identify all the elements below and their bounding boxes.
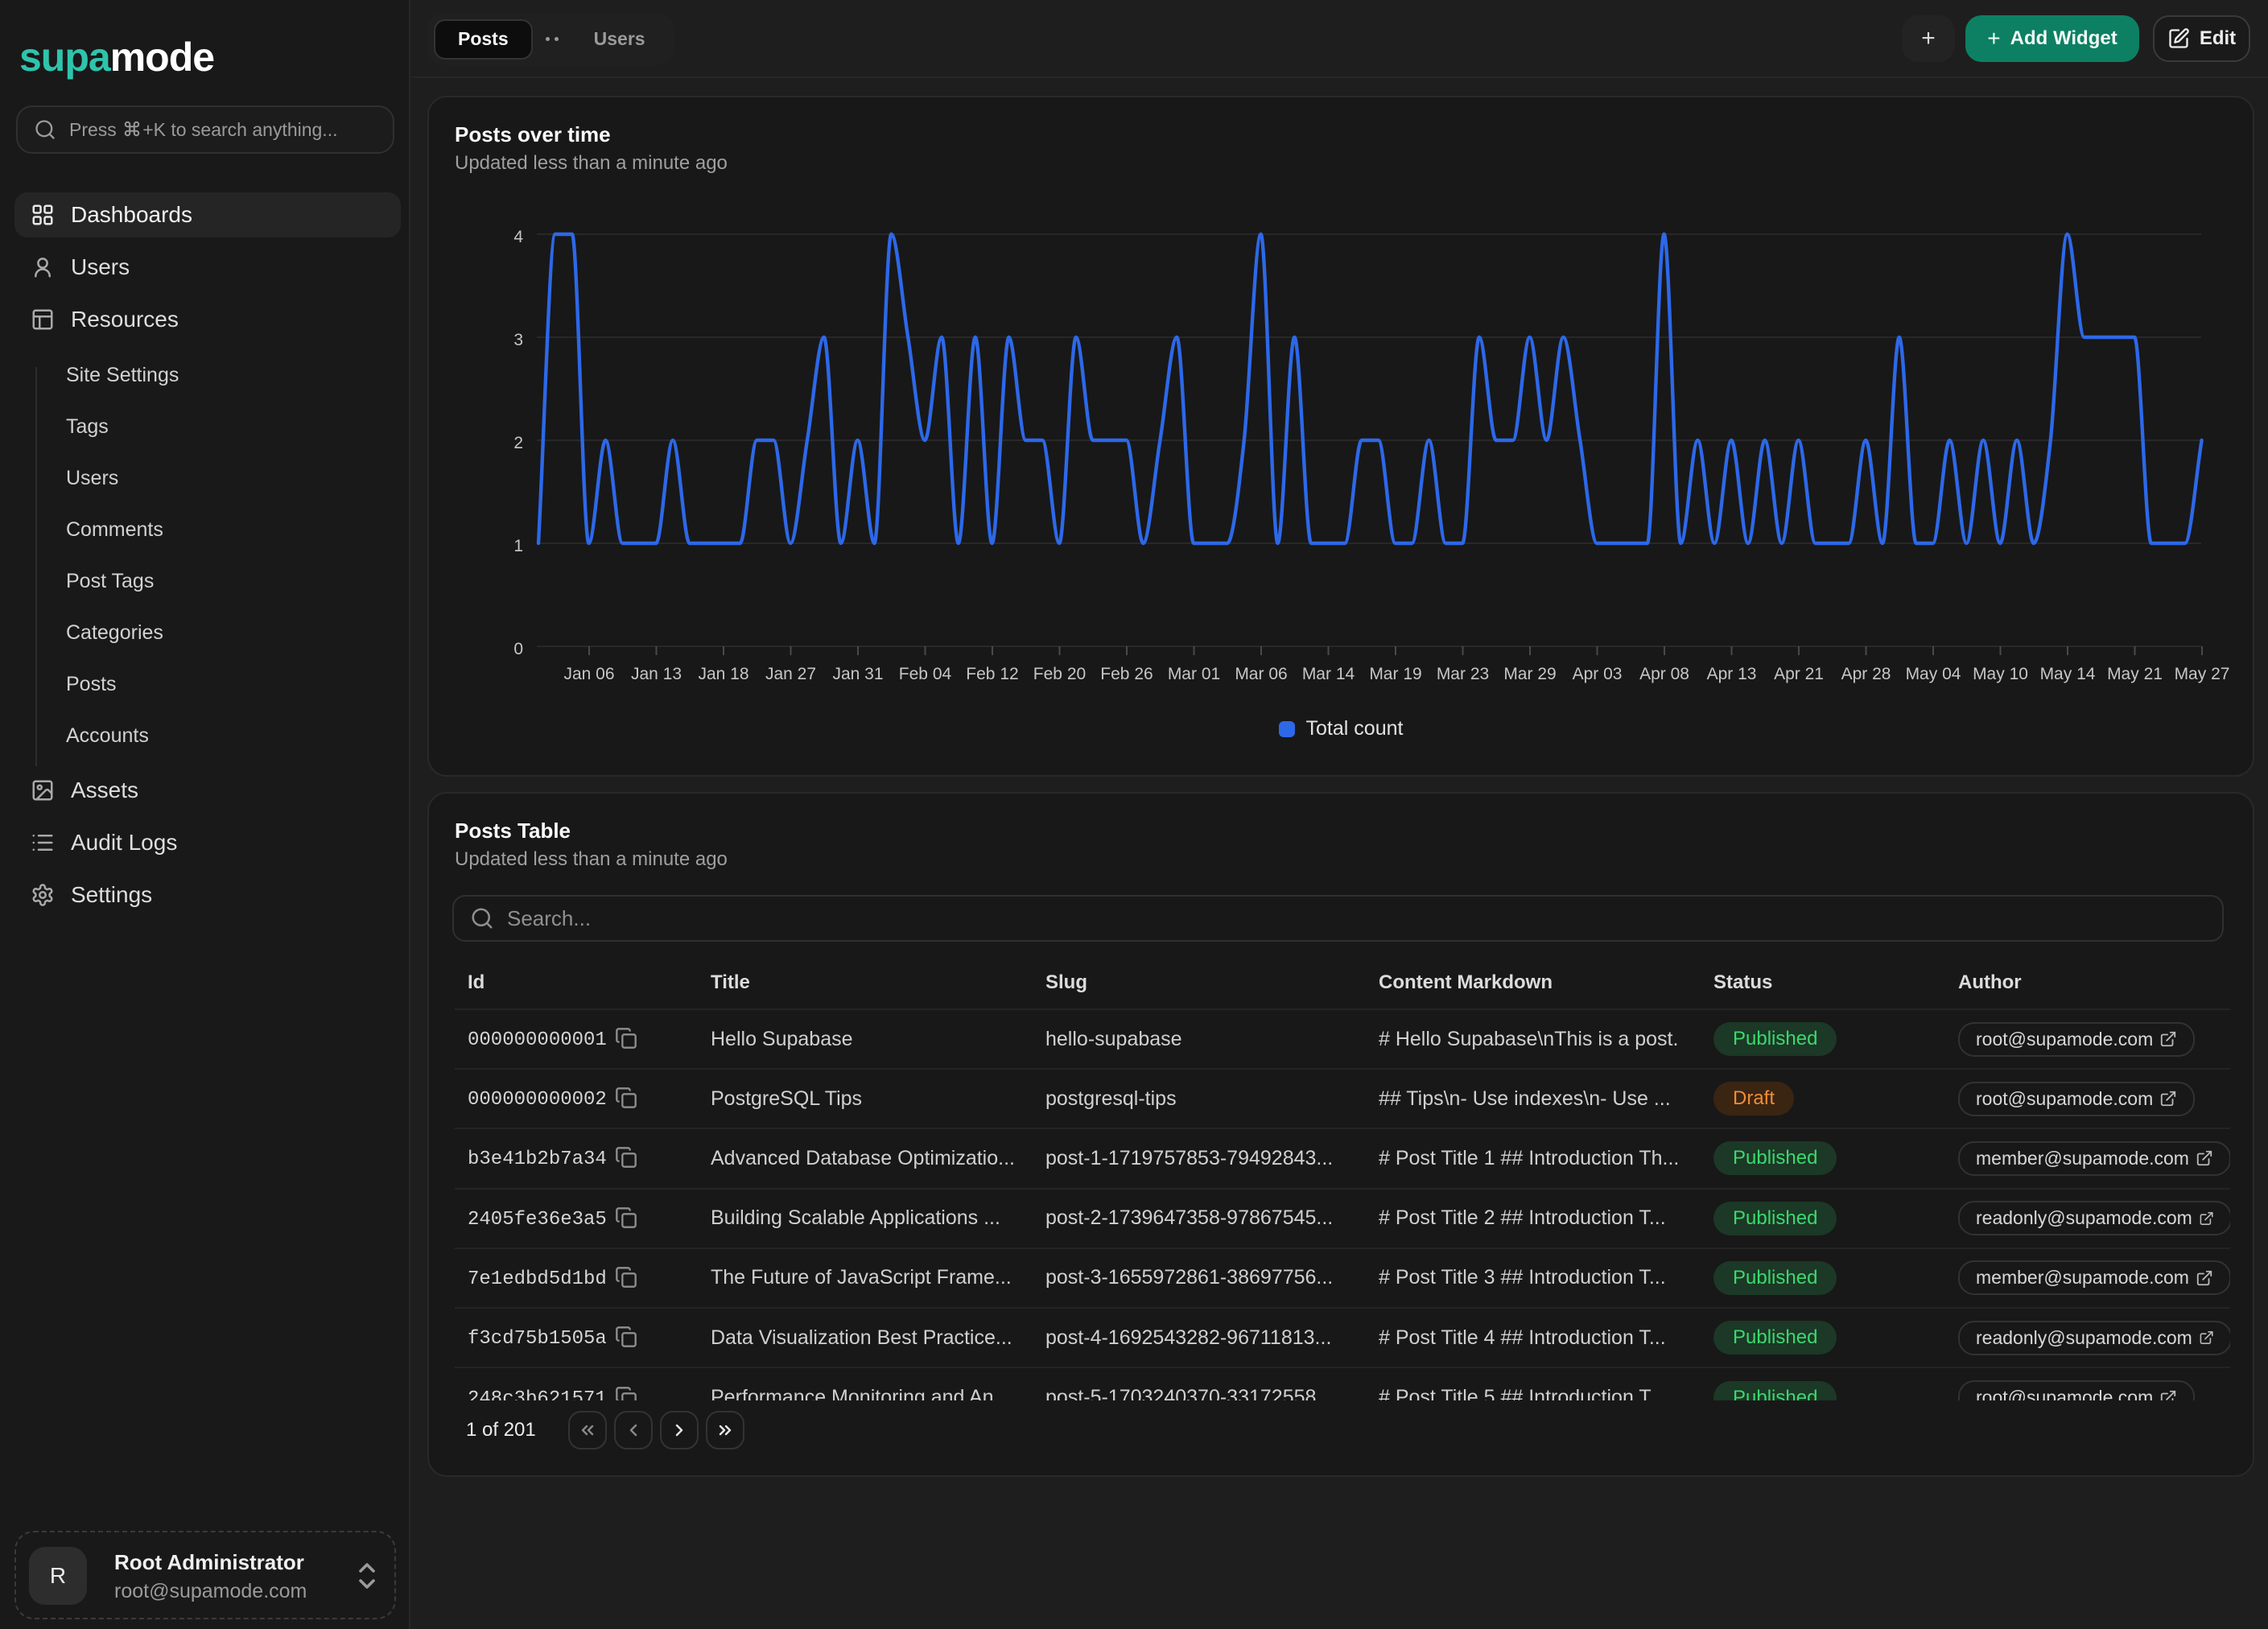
svg-text:Jan 06: Jan 06 xyxy=(563,665,614,683)
svg-text:Apr 13: Apr 13 xyxy=(1707,665,1757,683)
svg-text:Mar 29: Mar 29 xyxy=(1503,665,1556,683)
svg-text:Mar 14: Mar 14 xyxy=(1302,665,1355,683)
svg-text:Feb 12: Feb 12 xyxy=(966,665,1018,683)
svg-text:Apr 08: Apr 08 xyxy=(1639,665,1689,683)
svg-text:4: 4 xyxy=(513,228,523,246)
svg-text:Jan 13: Jan 13 xyxy=(631,665,682,683)
svg-text:1: 1 xyxy=(513,537,523,555)
svg-text:Jan 27: Jan 27 xyxy=(765,665,816,683)
svg-text:2: 2 xyxy=(513,434,523,452)
svg-text:May 27: May 27 xyxy=(2175,665,2230,683)
svg-text:Mar 06: Mar 06 xyxy=(1235,665,1287,683)
svg-text:3: 3 xyxy=(513,331,523,349)
svg-text:Feb 04: Feb 04 xyxy=(899,665,952,683)
svg-text:May 14: May 14 xyxy=(2040,665,2096,683)
svg-text:May 10: May 10 xyxy=(1973,665,2028,683)
svg-text:Jan 31: Jan 31 xyxy=(832,665,883,683)
svg-text:May 21: May 21 xyxy=(2107,665,2163,683)
svg-text:Apr 03: Apr 03 xyxy=(1573,665,1623,683)
svg-text:Mar 23: Mar 23 xyxy=(1437,665,1489,683)
svg-text:Feb 20: Feb 20 xyxy=(1033,665,1086,683)
svg-text:Jan 18: Jan 18 xyxy=(698,665,748,683)
svg-text:Apr 21: Apr 21 xyxy=(1774,665,1824,683)
svg-text:Feb 26: Feb 26 xyxy=(1100,665,1153,683)
svg-text:Mar 01: Mar 01 xyxy=(1168,665,1220,683)
svg-text:Apr 28: Apr 28 xyxy=(1841,665,1891,683)
svg-text:Mar 19: Mar 19 xyxy=(1369,665,1421,683)
svg-text:May 04: May 04 xyxy=(1906,665,1961,683)
svg-text:0: 0 xyxy=(513,640,523,658)
